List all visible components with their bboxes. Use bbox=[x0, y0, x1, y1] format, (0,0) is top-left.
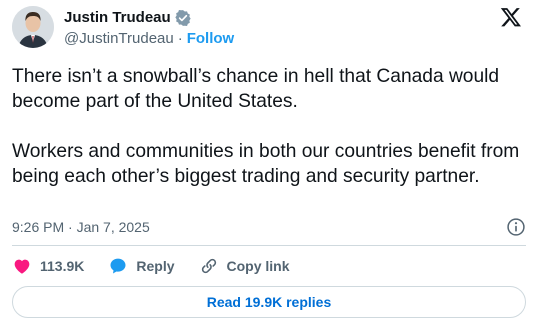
read-replies-button[interactable]: Read 19.9K replies bbox=[12, 286, 526, 318]
heart-icon bbox=[14, 259, 30, 274]
name-row: Justin Trudeau bbox=[64, 7, 234, 29]
divider bbox=[12, 245, 526, 246]
info-icon[interactable] bbox=[506, 217, 526, 237]
copy-link-label: Copy link bbox=[226, 258, 290, 274]
like-button[interactable]: 113.9K bbox=[12, 256, 84, 276]
reply-button[interactable]: Reply bbox=[108, 256, 175, 276]
handle-separator: · bbox=[177, 30, 183, 47]
like-count: 113.9K bbox=[40, 258, 85, 274]
avatar[interactable] bbox=[12, 6, 54, 48]
tweet-meta: 9:26 PM · Jan 7, 2025 bbox=[12, 216, 526, 238]
tweet-timestamp[interactable]: 9:26 PM · Jan 7, 2025 bbox=[12, 219, 150, 235]
link-icon bbox=[201, 258, 216, 274]
handle-row: @JustinTrudeau · Follow bbox=[64, 29, 234, 49]
action-bar: 113.9K Reply Copy link bbox=[12, 254, 314, 278]
speech-bubble-icon bbox=[110, 258, 126, 274]
author-info: Justin Trudeau @JustinTrudeau · Follow bbox=[64, 7, 234, 49]
display-name[interactable]: Justin Trudeau bbox=[64, 8, 171, 28]
follow-link[interactable]: Follow bbox=[187, 29, 235, 49]
avatar-portrait-icon bbox=[12, 6, 54, 48]
tweet-header: Justin Trudeau @JustinTrudeau · Follow bbox=[12, 6, 526, 52]
tweet-text: There isn’t a snowball’s chance in hell … bbox=[12, 66, 520, 187]
author-handle[interactable]: @JustinTrudeau bbox=[64, 29, 174, 49]
verified-badge-icon bbox=[174, 9, 192, 27]
tweet-embed-card: Justin Trudeau @JustinTrudeau · Follow T… bbox=[0, 0, 538, 320]
x-logo-icon[interactable] bbox=[500, 6, 522, 28]
reply-label: Reply bbox=[136, 258, 175, 274]
copy-link-button[interactable]: Copy link bbox=[199, 256, 290, 276]
